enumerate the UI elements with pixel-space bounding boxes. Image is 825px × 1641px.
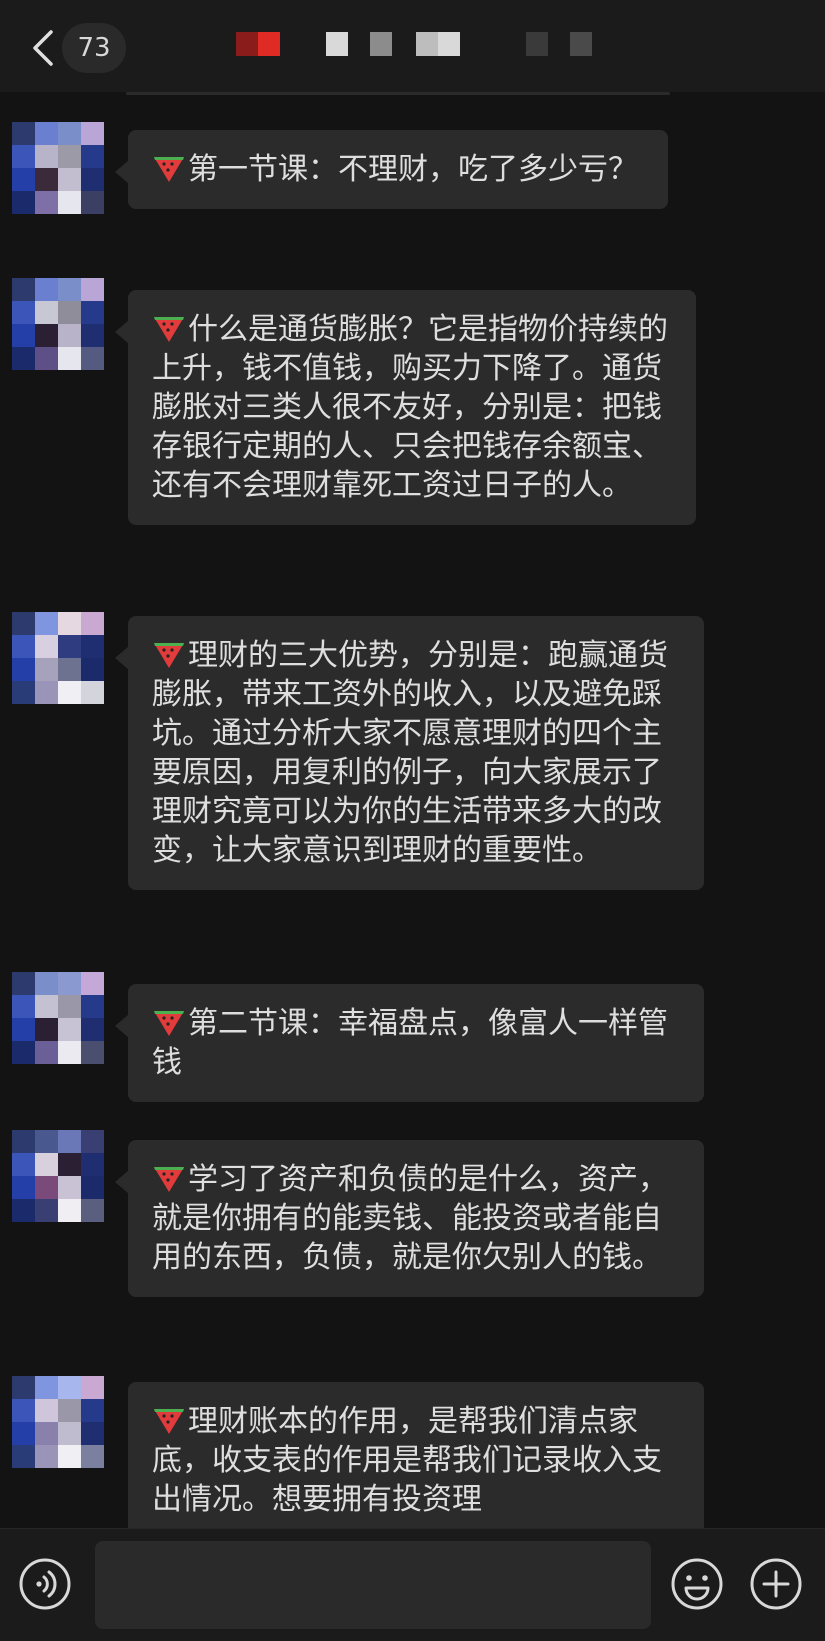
watermelon-icon [154, 317, 184, 342]
watermelon-icon [154, 643, 184, 668]
message-text: 学习了资产和负债的是什么，资产，就是你拥有的能卖钱、能投资或者能自用的东西，负债… [152, 1162, 668, 1275]
message-input-bar [0, 1528, 825, 1641]
avatar[interactable] [12, 122, 104, 214]
message-text: 什么是通货膨胀？它是指物价持续的上升，钱不值钱，购买力下降了。通货膨胀对三类人很… [152, 312, 668, 503]
message-bubble[interactable]: 理财的三大优势，分别是：跑赢通货膨胀，带来工资外的收入，以及避免踩坑。通过分析大… [115, 616, 704, 890]
message-bubble[interactable]: 什么是通货膨胀？它是指物价持续的上升，钱不值钱，购买力下降了。通货膨胀对三类人很… [115, 290, 696, 525]
plus-icon[interactable] [749, 1557, 803, 1611]
top-nav-bar: 73 [0, 0, 825, 92]
watermelon-icon [154, 1167, 184, 1192]
avatar[interactable] [12, 278, 104, 370]
watermelon-icon [154, 1409, 184, 1434]
avatar[interactable] [12, 612, 104, 704]
watermelon-icon [154, 1011, 184, 1036]
message-text: 第一节课：不理财，吃了多少亏？ [188, 152, 638, 187]
voice-icon[interactable] [18, 1557, 72, 1611]
history-divider [126, 92, 670, 95]
message-input[interactable] [95, 1541, 651, 1629]
emoji-icon[interactable] [670, 1557, 724, 1611]
back-button[interactable]: 73 [30, 22, 130, 74]
chat-title-redacted [236, 32, 596, 56]
unread-count-badge: 73 [62, 23, 126, 73]
message-text: 理财的三大优势，分别是：跑赢通货膨胀，带来工资外的收入，以及避免踩坑。通过分析大… [152, 638, 668, 868]
message-text: 第二节课：幸福盘点，像富人一样管钱 [152, 1006, 668, 1080]
message-bubble[interactable]: 学习了资产和负债的是什么，资产，就是你拥有的能卖钱、能投资或者能自用的东西，负债… [115, 1140, 704, 1297]
message-bubble[interactable]: 第二节课：幸福盘点，像富人一样管钱 [115, 984, 704, 1102]
avatar[interactable] [12, 1130, 104, 1222]
watermelon-icon [154, 157, 184, 182]
avatar[interactable] [12, 1376, 104, 1468]
message-bubble[interactable]: 理财账本的作用，是帮我们清点家底，收支表的作用是帮我们记录收入支出情况。想要拥有… [128, 1382, 704, 1532]
message-text: 理财账本的作用，是帮我们清点家底，收支表的作用是帮我们记录收入支出情况。想要拥有… [152, 1404, 662, 1517]
message-bubble[interactable]: 第一节课：不理财，吃了多少亏？ [115, 130, 668, 209]
chevron-left-icon [33, 30, 53, 66]
avatar[interactable] [12, 972, 104, 1064]
